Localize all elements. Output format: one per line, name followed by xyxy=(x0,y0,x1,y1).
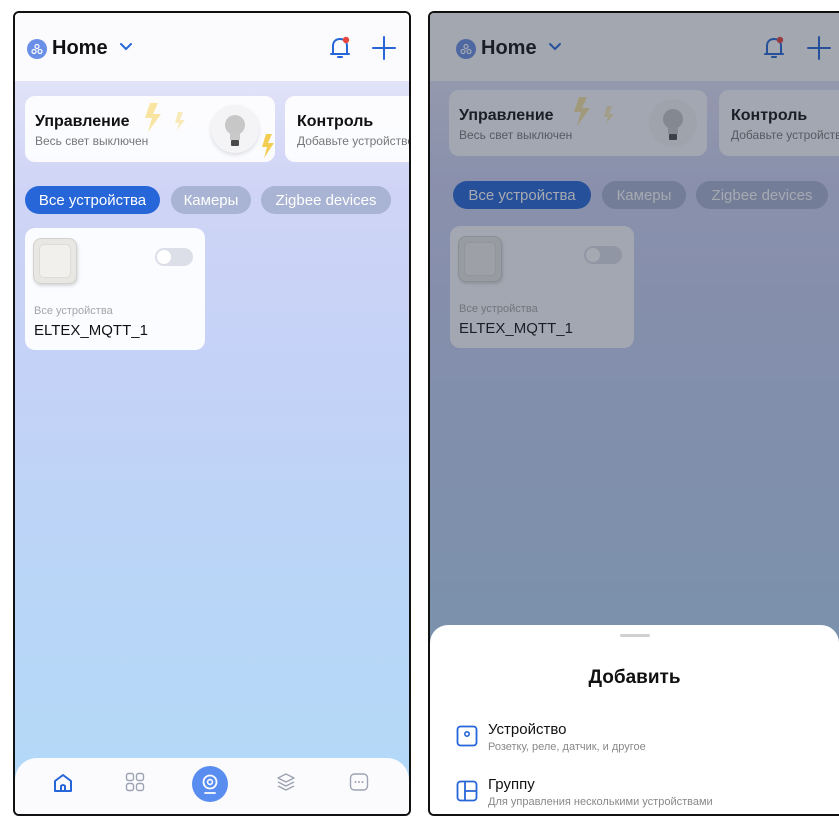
device-name: ELTEX_MQTT_1 xyxy=(34,322,148,339)
wall-switch-icon xyxy=(33,238,77,284)
device-power-toggle[interactable] xyxy=(155,248,193,266)
scene-card-title: Контроль xyxy=(297,113,374,130)
add-group-option[interactable]: Группу Для управления несколькими устрой… xyxy=(430,773,839,814)
add-device-option[interactable]: Устройство Розетку, реле, датчик, и друг… xyxy=(430,719,839,763)
scene-card-monitor[interactable]: Контроль Добавьте устройство xyxy=(285,96,411,162)
home-screen: Home Управление Весь свет выключен Контр… xyxy=(13,11,411,816)
sheet-drag-handle[interactable] xyxy=(620,634,650,637)
grid-icon[interactable] xyxy=(125,772,145,792)
option-title: Устройство xyxy=(488,721,567,738)
device-category: Все устройства xyxy=(34,305,113,317)
top-bar: Home xyxy=(15,13,409,81)
home-title[interactable]: Home xyxy=(52,37,108,60)
tab-zigbee-devices[interactable]: Zigbee devices xyxy=(261,186,391,214)
home-screen-add-sheet: Home Управление Весь свет выключен Контр… xyxy=(428,11,839,816)
group-icon xyxy=(456,780,478,802)
lightning-small-icon xyxy=(262,134,274,158)
sheet-title: Добавить xyxy=(588,667,681,688)
add-bottom-sheet: Добавить Устройство Розетку, реле, датчи… xyxy=(430,625,839,814)
tab-cameras[interactable]: Камеры xyxy=(171,186,251,214)
option-subtitle: Для управления несколькими устройствами xyxy=(488,796,713,808)
tab-all-devices[interactable]: Все устройства xyxy=(25,186,160,214)
chat-icon[interactable] xyxy=(349,772,369,792)
layers-icon[interactable] xyxy=(276,772,296,792)
scene-card-subtitle: Добавьте устройство xyxy=(297,134,411,148)
scene-card-control[interactable]: Управление Весь свет выключен xyxy=(25,96,275,162)
bulb-icon xyxy=(211,105,259,153)
device-icon xyxy=(456,725,478,747)
option-title: Группу xyxy=(488,776,535,793)
home-icon[interactable] xyxy=(52,772,74,794)
scene-card-subtitle: Весь свет выключен xyxy=(35,134,149,148)
chevron-down-icon[interactable] xyxy=(119,42,133,52)
lightning-decor-icon xyxy=(145,103,185,132)
bottom-nav xyxy=(15,758,409,814)
camera-center-icon[interactable] xyxy=(192,766,228,802)
home-avatar-icon[interactable] xyxy=(27,39,47,59)
option-subtitle: Розетку, реле, датчик, и другое xyxy=(488,741,646,753)
bell-icon[interactable] xyxy=(328,35,352,61)
plus-icon[interactable] xyxy=(371,35,397,61)
device-card[interactable]: Все устройства ELTEX_MQTT_1 xyxy=(25,228,205,350)
scene-card-title: Управление xyxy=(35,113,130,130)
